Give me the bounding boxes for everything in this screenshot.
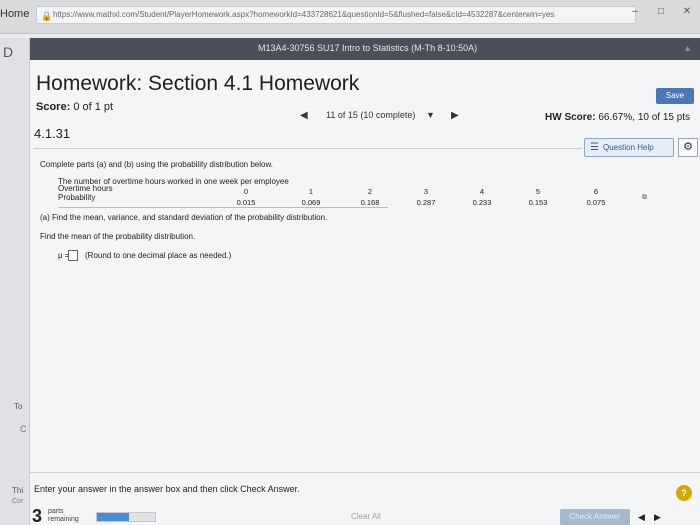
course-title: M13A4-30756 SU17 Intro to Statistics (M-…	[258, 43, 478, 53]
probability-cell: 0.069	[301, 198, 321, 207]
hours-cell: 2	[367, 187, 373, 196]
divider	[34, 148, 582, 149]
background-text-to: To	[14, 402, 23, 411]
hw-score-label: HW Score:	[545, 112, 596, 123]
background-text-th: Thi	[12, 486, 24, 495]
footer-divider	[30, 472, 700, 473]
score-value: 0 of 1 pt	[73, 101, 114, 113]
gear-icon[interactable]: ⚙	[678, 138, 698, 157]
background-window-strip	[0, 38, 30, 525]
probability-label: Probability	[58, 193, 96, 202]
table-divider	[58, 207, 388, 208]
parts-progress-bar	[96, 512, 156, 522]
probability-cell: 0.153	[528, 198, 548, 207]
overtime-label: Overtime hours	[58, 184, 113, 193]
hw-score: HW Score: 66.67%, 10 of 15 pts	[545, 112, 690, 123]
probability-cell: 0.015	[236, 198, 256, 207]
course-header: M13A4-30756 SU17 Intro to Statistics (M-…	[30, 38, 700, 60]
hours-cell: 1	[308, 187, 314, 196]
mean-answer-input[interactable]	[68, 250, 78, 261]
next-question-icon[interactable]: ▶	[451, 110, 459, 121]
list-icon: ☰	[590, 142, 599, 153]
close-button[interactable]: ✕	[678, 6, 696, 17]
answer-instruction: Enter your answer in the answer box and …	[34, 484, 300, 494]
question-dropdown-icon[interactable]: ▼	[426, 110, 435, 120]
progress-fill	[97, 513, 129, 521]
tab-home[interactable]: Home	[0, 8, 29, 20]
parts-remaining-count: 3	[32, 506, 43, 525]
homework-panel: Homework: Section 4.1 Homework Save Scor…	[30, 60, 700, 525]
hours-cell: 0	[243, 187, 249, 196]
maximize-button[interactable]: □	[652, 6, 670, 17]
parts-label-1: parts	[48, 508, 64, 515]
page-title: Homework: Section 4.1 Homework	[36, 72, 360, 95]
question-progress: 11 of 15 (10 complete)	[326, 110, 416, 120]
probability-cell: 0.233	[472, 198, 492, 207]
background-text-co: Cor	[12, 498, 24, 505]
background-text-c: C	[20, 424, 27, 434]
part-a-text: (a) Find the mean, variance, and standar…	[40, 213, 328, 222]
url-text: https://www.mathxl.com/Student/PlayerHom…	[53, 10, 555, 19]
hours-cell: 6	[593, 187, 599, 196]
clear-all-button[interactable]: Clear All	[351, 512, 381, 521]
user-icon[interactable]: ▲	[683, 43, 692, 53]
probability-cell: 0.287	[416, 198, 436, 207]
hours-cell: 5	[535, 187, 541, 196]
address-bar[interactable]: 🔒 https://www.mathxl.com/Student/PlayerH…	[36, 6, 636, 24]
lock-icon: 🔒	[41, 11, 53, 21]
parts-label-2: remaining	[48, 516, 79, 523]
probability-cell: 0.075	[586, 198, 606, 207]
rounding-hint: (Round to one decimal place as needed.)	[85, 251, 232, 260]
question-score: Score: 0 of 1 pt	[36, 101, 113, 113]
previous-question-icon[interactable]: ◀	[300, 110, 308, 121]
instruction-text: Complete parts (a) and (b) using the pro…	[40, 160, 274, 169]
check-answer-button[interactable]: Check Answer	[560, 509, 630, 525]
question-number: 4.1.31	[34, 126, 71, 141]
copy-icon[interactable]: ⧉	[642, 194, 647, 202]
hours-cell: 3	[423, 187, 429, 196]
hours-cell: 4	[479, 187, 485, 196]
question-help-label: Question Help	[603, 143, 654, 152]
find-mean-text: Find the mean of the probability distrib…	[40, 232, 196, 241]
hw-score-value: 66.67%, 10 of 15 pts	[598, 112, 691, 123]
help-icon[interactable]: ?	[676, 485, 692, 501]
score-row: Score: 0 of 1 pt ◀ 11 of 15 (10 complete…	[30, 98, 700, 124]
probability-cell: 0.168	[360, 198, 380, 207]
background-text-d: D	[3, 44, 14, 60]
question-help-button[interactable]: ☰ Question Help	[584, 138, 674, 157]
parts-remaining-label: parts remaining	[48, 508, 79, 524]
score-label: Score:	[36, 101, 71, 113]
browser-chrome: Home 🔒 https://www.mathxl.com/Student/Pl…	[0, 0, 700, 34]
footer-prev-icon[interactable]: ◀	[638, 512, 645, 523]
footer-next-icon[interactable]: ▶	[654, 512, 661, 523]
minimize-button[interactable]: –	[626, 6, 644, 17]
